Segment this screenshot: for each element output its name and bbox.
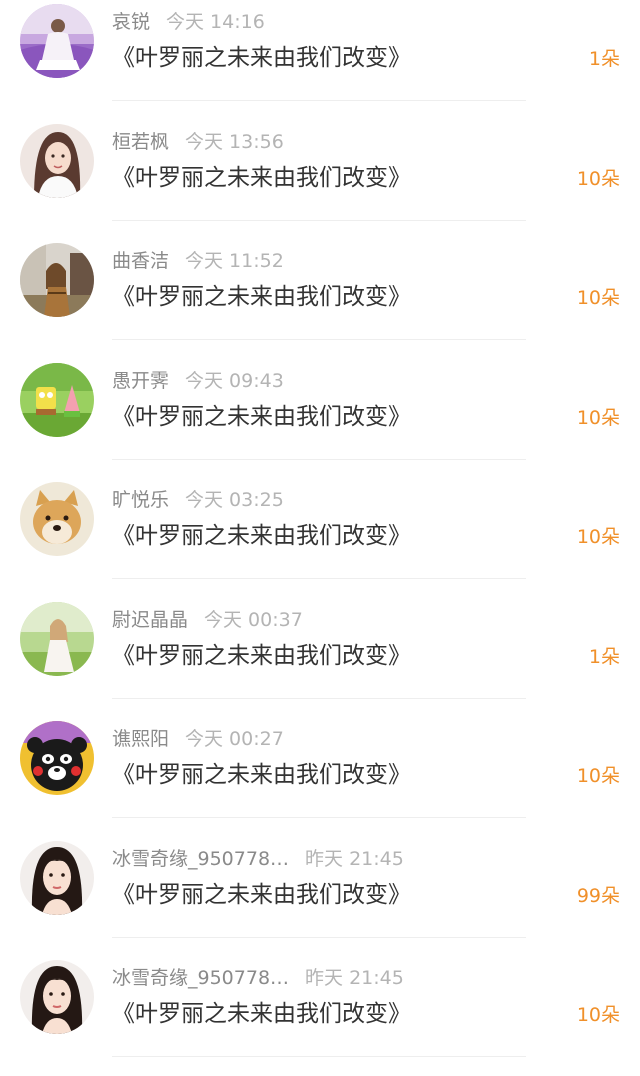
- gift-count: 10朵: [576, 287, 620, 309]
- divider: [112, 458, 526, 460]
- list-item[interactable]: 谯熙阳 今天 00:27 《叶罗丽之未来由我们改变》 10朵: [0, 717, 640, 837]
- avatar-woman-image: [20, 123, 94, 198]
- timestamp: 今天 09:43: [185, 369, 284, 392]
- avatar-outdoor-image: [20, 243, 94, 317]
- user-name[interactable]: 尉迟晶晶: [112, 609, 188, 631]
- book-title[interactable]: 《叶罗丽之未来由我们改变》: [112, 518, 411, 554]
- book-title[interactable]: 《叶罗丽之未来由我们改变》: [112, 757, 411, 793]
- avatar[interactable]: [20, 4, 94, 78]
- timestamp: 今天 03:25: [185, 489, 284, 511]
- item-meta: 谯熙阳 今天 00:27: [112, 726, 284, 752]
- user-name[interactable]: 冰雪奇缘_950778…: [112, 848, 289, 870]
- user-name[interactable]: 冰雪奇缘_950778…: [112, 967, 289, 989]
- avatar-bear-image: [20, 721, 94, 795]
- gift-count: 10朵: [576, 167, 620, 190]
- avatar[interactable]: [20, 362, 94, 437]
- item-meta: 尉迟晶晶 今天 00:37: [112, 607, 303, 633]
- user-name[interactable]: 旷悦乐: [112, 489, 169, 511]
- timestamp: 昨天 21:45: [305, 847, 404, 870]
- gift-count: 1朵: [588, 48, 620, 70]
- user-name[interactable]: 桓若枫: [112, 131, 169, 153]
- gift-count: 10朵: [576, 1004, 620, 1026]
- divider: [112, 100, 526, 101]
- item-meta: 曲香洁 今天 11:52: [112, 248, 284, 274]
- avatar-meadow-image: [20, 601, 94, 676]
- book-title[interactable]: 《叶罗丽之未来由我们改变》: [112, 160, 411, 196]
- avatar[interactable]: [20, 601, 94, 676]
- divider: [112, 936, 526, 938]
- gift-count: 1朵: [588, 645, 620, 668]
- divider: [112, 339, 526, 340]
- list-item[interactable]: 尉迟晶晶 今天 00:37 《叶罗丽之未来由我们改变》 1朵: [0, 598, 640, 718]
- user-name[interactable]: 哀锐: [112, 11, 150, 33]
- timestamp: 昨天 21:45: [305, 967, 404, 989]
- list-item[interactable]: 曲香洁 今天 11:52 《叶罗丽之未来由我们改变》 10朵: [0, 239, 640, 359]
- avatar[interactable]: [20, 123, 94, 198]
- book-title[interactable]: 《叶罗丽之未来由我们改变》: [112, 399, 411, 435]
- list-item[interactable]: 旷悦乐 今天 03:25 《叶罗丽之未来由我们改变》 10朵: [0, 478, 640, 598]
- list-item[interactable]: 冰雪奇缘_950778… 昨天 21:45 《叶罗丽之未来由我们改变》 99朵: [0, 837, 640, 957]
- item-meta: 冰雪奇缘_950778… 昨天 21:45: [112, 965, 404, 991]
- timestamp: 今天 13:56: [185, 130, 284, 153]
- gift-record-list: 哀锐 今天 14:16 《叶罗丽之未来由我们改变》 1朵 桓若枫 今天 13:56 …: [0, 0, 640, 1076]
- list-item[interactable]: 桓若枫 今天 13:56 《叶罗丽之未来由我们改变》 10朵: [0, 120, 640, 240]
- divider: [112, 219, 526, 221]
- item-meta: 桓若枫 今天 13:56: [112, 129, 284, 155]
- avatar[interactable]: [20, 482, 94, 556]
- divider: [112, 817, 526, 818]
- item-meta: 旷悦乐 今天 03:25: [112, 487, 284, 513]
- list-item[interactable]: 冰雪奇缘_950778… 昨天 21:45 《叶罗丽之未来由我们改变》 10朵: [0, 956, 640, 1076]
- timestamp: 今天 11:52: [185, 250, 284, 272]
- gift-count: 10朵: [576, 526, 620, 548]
- avatar-cartoon-image: [20, 362, 94, 437]
- list-item[interactable]: 愚开霁 今天 09:43 《叶罗丽之未来由我们改变》 10朵: [0, 359, 640, 479]
- user-name[interactable]: 曲香洁: [112, 250, 169, 272]
- divider: [112, 697, 526, 699]
- item-meta: 哀锐 今天 14:16: [112, 9, 265, 35]
- avatar[interactable]: [20, 721, 94, 795]
- avatar[interactable]: [20, 243, 94, 317]
- avatar-actress-image: [20, 960, 94, 1034]
- gift-count: 99朵: [576, 884, 620, 907]
- user-name[interactable]: 谯熙阳: [112, 728, 169, 750]
- gift-count: 10朵: [576, 406, 620, 429]
- user-name[interactable]: 愚开霁: [112, 370, 169, 392]
- book-title[interactable]: 《叶罗丽之未来由我们改变》: [112, 877, 411, 913]
- divider: [112, 578, 526, 579]
- avatar-actress-image: [20, 840, 94, 915]
- book-title[interactable]: 《叶罗丽之未来由我们改变》: [112, 40, 411, 76]
- book-title[interactable]: 《叶罗丽之未来由我们改变》: [112, 638, 411, 674]
- book-title[interactable]: 《叶罗丽之未来由我们改变》: [112, 279, 411, 315]
- item-meta: 愚开霁 今天 09:43: [112, 368, 284, 394]
- divider: [112, 1056, 526, 1057]
- item-meta: 冰雪奇缘_950778… 昨天 21:45: [112, 846, 404, 872]
- timestamp: 今天 00:37: [204, 608, 303, 631]
- avatar-dog-image: [20, 482, 94, 556]
- timestamp: 今天 00:27: [185, 728, 284, 750]
- avatar[interactable]: [20, 960, 94, 1034]
- avatar[interactable]: [20, 840, 94, 915]
- list-item[interactable]: 哀锐 今天 14:16 《叶罗丽之未来由我们改变》 1朵: [0, 0, 640, 120]
- gift-count: 10朵: [576, 765, 620, 787]
- avatar-lavender-image: [20, 4, 94, 78]
- timestamp: 今天 14:16: [166, 11, 265, 33]
- book-title[interactable]: 《叶罗丽之未来由我们改变》: [112, 996, 411, 1032]
